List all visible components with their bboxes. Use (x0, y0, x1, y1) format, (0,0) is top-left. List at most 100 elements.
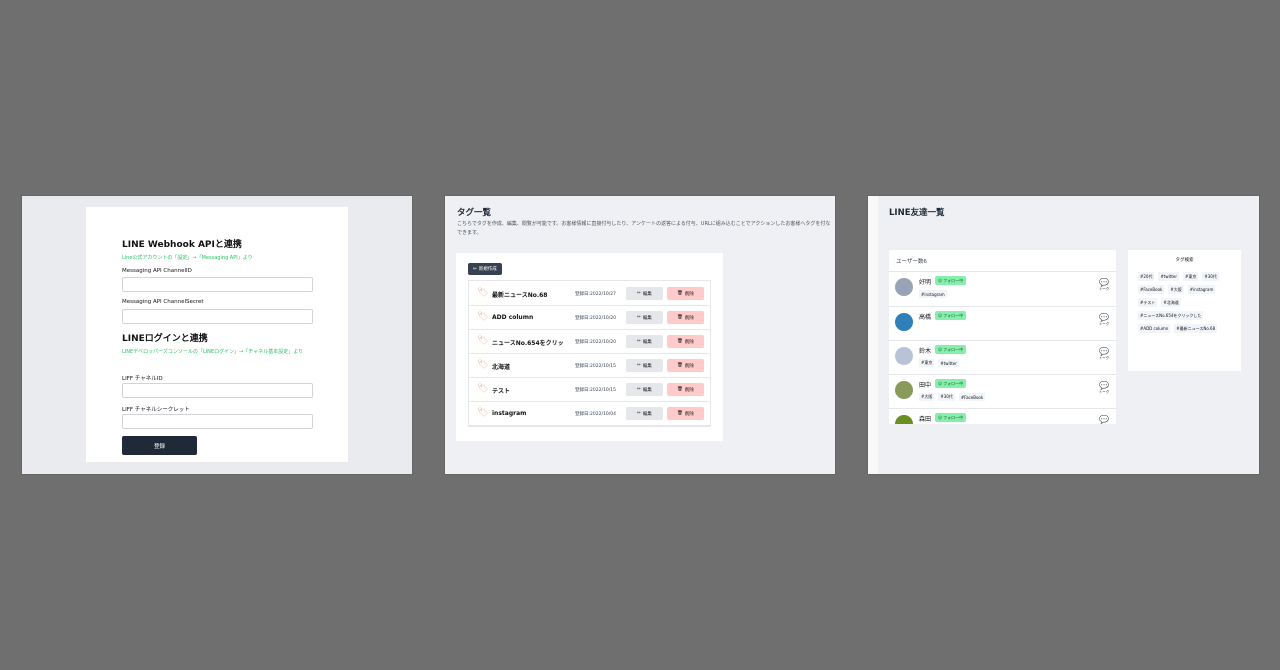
tag-name: 最新ニュースNo.68 (492, 292, 548, 299)
talk-button[interactable]: 💬トーク (1098, 313, 1110, 327)
webhook-hint: Line公式アカウントの「設定」→「Messaging API」より (122, 255, 253, 261)
delete-label: 削除 (684, 387, 694, 393)
register-button[interactable]: 登録 (122, 436, 197, 455)
talk-label: トーク (1098, 322, 1110, 326)
user-name: 好明 (919, 279, 932, 286)
tag-name: テスト (492, 388, 511, 395)
search-tag-chip[interactable]: #20代 (1138, 272, 1155, 281)
follow-label: フォロー中 (943, 414, 964, 420)
user-name: 森田 (919, 416, 932, 423)
delete-button[interactable]: 🗑 削除 (667, 287, 704, 300)
edit-button[interactable]: ✏ 編集 (626, 407, 663, 420)
chat-bubble-icon: 💬 (1099, 313, 1109, 322)
channel-id-input[interactable] (122, 277, 313, 292)
channel-secret-input[interactable] (122, 309, 313, 324)
user-tag: #30代 (938, 393, 955, 401)
edit-button[interactable]: ✏ 編集 (626, 359, 663, 372)
search-tag-chip[interactable]: #最新ニュースNo.68 (1174, 324, 1218, 333)
pencil-icon: ✏ (637, 387, 641, 392)
edit-button[interactable]: ✏ 編集 (626, 335, 663, 348)
search-tag-chip[interactable]: #テスト (1138, 298, 1158, 307)
edit-button[interactable]: ✏ 編集 (626, 383, 663, 396)
tag-row: 🏷 ADD column 登録日:2022/10/20 ✏ 編集 🗑 削除 (469, 306, 710, 330)
user-row[interactable]: 好明 ☺ フォロー中 #instagram 💬 トーク (889, 271, 1116, 305)
search-tag-chip[interactable]: #FaceBook (1138, 285, 1165, 294)
talk-button[interactable]: 💬トーク (1098, 381, 1110, 395)
tag-date: 登録日:2022/10/15 (575, 388, 616, 393)
webhook-title: LINE Webhook APIと連携 (122, 240, 242, 250)
tag-name: 北海道 (492, 364, 511, 371)
user-tag: #大阪 (919, 393, 935, 401)
edit-label: 編集 (642, 315, 652, 321)
line-login-hint: LINEデベロッパーズコンソールの「LINEログイン」→「チャネル基本設定」より (122, 349, 304, 355)
avatar (895, 278, 913, 296)
chat-bubble-icon: 💬 (1099, 278, 1109, 287)
tag-date: 登録日:2022/10/27 (575, 292, 616, 297)
follow-label: フォロー中 (943, 277, 964, 283)
delete-button[interactable]: 🗑 削除 (667, 335, 704, 348)
user-name: 田中 (919, 382, 932, 389)
tag-icon: 🏷 (477, 384, 489, 394)
search-tag-chip[interactable]: #twitter (1158, 272, 1179, 281)
tag-date: 登録日:2022/10/04 (575, 412, 616, 417)
liff-id-input[interactable] (122, 383, 313, 398)
delete-button[interactable]: 🗑 削除 (667, 311, 704, 324)
delete-label: 削除 (684, 315, 694, 321)
line-login-title: LINEログインと連携 (122, 334, 208, 344)
tag-date: 登録日:2022/10/15 (575, 364, 616, 369)
user-row[interactable]: 田中 ☺ フォロー中 #大阪 #30代 #FaceBook 💬 トーク (889, 374, 1116, 408)
pencil-icon: ✏ (637, 291, 641, 296)
chat-bubble-icon: 💬 (1099, 381, 1109, 390)
tag-icon: 🏷 (477, 288, 489, 298)
follow-badge: ☺ フォロー中 (935, 345, 967, 354)
avatar (895, 415, 913, 424)
tag-name: ADD column (492, 314, 534, 321)
delete-button[interactable]: 🗑 削除 (667, 359, 704, 372)
user-tags: #instagram (919, 290, 947, 298)
talk-label: トーク (1098, 390, 1110, 394)
tag-row: 🏷 北海道 登録日:2022/10/15 ✏ 編集 🗑 削除 (469, 354, 710, 378)
channel-secret-label: Messaging API ChannelSecret (122, 299, 204, 305)
search-tag-chip[interactable]: #北海道 (1161, 298, 1181, 307)
user-row[interactable]: 森田☺フォロー中 💬トーク (889, 408, 1116, 424)
search-tag-chip[interactable]: #ADD column (1138, 324, 1171, 333)
trash-icon: 🗑 (677, 315, 683, 320)
edit-label: 編集 (642, 411, 652, 417)
tag-list-panel: タグ一覧 こちらでタグを作成、編集、閲覧が可能です。お客様情報に直接付与したり、… (445, 196, 835, 474)
user-tags: #大阪 #30代 #FaceBook (919, 393, 986, 401)
user-list: ユーザー数6 好明 ☺ フォロー中 #instagram 💬 トーク 高橋 ☺ フォロー中 💬 トー… (889, 250, 1116, 424)
new-tag-button[interactable]: ✏ 新規作成 (468, 263, 502, 275)
talk-button[interactable]: 💬トーク (1098, 415, 1110, 424)
search-tag-chip[interactable]: #東京 (1183, 272, 1199, 281)
friends-panel: LINE友達一覧 ユーザー数6 好明 ☺ フォロー中 #instagram 💬 トーク 高橋… (868, 196, 1259, 474)
user-tag: #FaceBook (958, 393, 986, 401)
tag-search-title: タグ検索 (1175, 258, 1194, 263)
pencil-icon: ✏ (637, 411, 641, 416)
liff-secret-input[interactable] (122, 414, 313, 429)
search-tag-chip[interactable]: #大阪 (1168, 285, 1184, 294)
edit-label: 編集 (642, 387, 652, 393)
delete-label: 削除 (684, 411, 694, 417)
tag-date: 登録日:2022/10/20 (575, 316, 616, 321)
search-tag-chip[interactable]: #30代 (1202, 272, 1219, 281)
user-row[interactable]: 鈴木 ☺ フォロー中 #東京 #twitter 💬 トーク (889, 340, 1116, 374)
talk-button[interactable]: 💬トーク (1098, 278, 1110, 292)
settings-card: LINE Webhook APIと連携 Line公式アカウントの「設定」→「Me… (86, 207, 348, 462)
delete-button[interactable]: 🗑 削除 (667, 407, 704, 420)
pencil-icon: ✏ (637, 339, 641, 344)
chat-bubble-icon: 💬 (1099, 347, 1109, 356)
pencil-icon: ✏ (637, 315, 641, 320)
talk-button[interactable]: 💬トーク (1098, 347, 1110, 361)
sidebar-edge (868, 196, 878, 474)
edit-button[interactable]: ✏ 編集 (626, 311, 663, 324)
edit-button[interactable]: ✏ 編集 (626, 287, 663, 300)
search-tag-chip[interactable]: #instagram (1187, 285, 1216, 294)
search-tag-chip[interactable]: #ニュースNo.654をクリックした (1138, 311, 1204, 320)
tag-icon: 🏷 (477, 408, 489, 418)
liff-secret-label: LIFF チャネルシークレット (122, 407, 190, 413)
follow-badge: ☺ フォロー中 (935, 413, 967, 422)
trash-icon: 🗑 (677, 411, 683, 416)
user-row[interactable]: 高橋 ☺ フォロー中 💬 トーク (889, 306, 1116, 340)
delete-button[interactable]: 🗑 削除 (667, 383, 704, 396)
user-tag: #instagram (919, 290, 947, 298)
